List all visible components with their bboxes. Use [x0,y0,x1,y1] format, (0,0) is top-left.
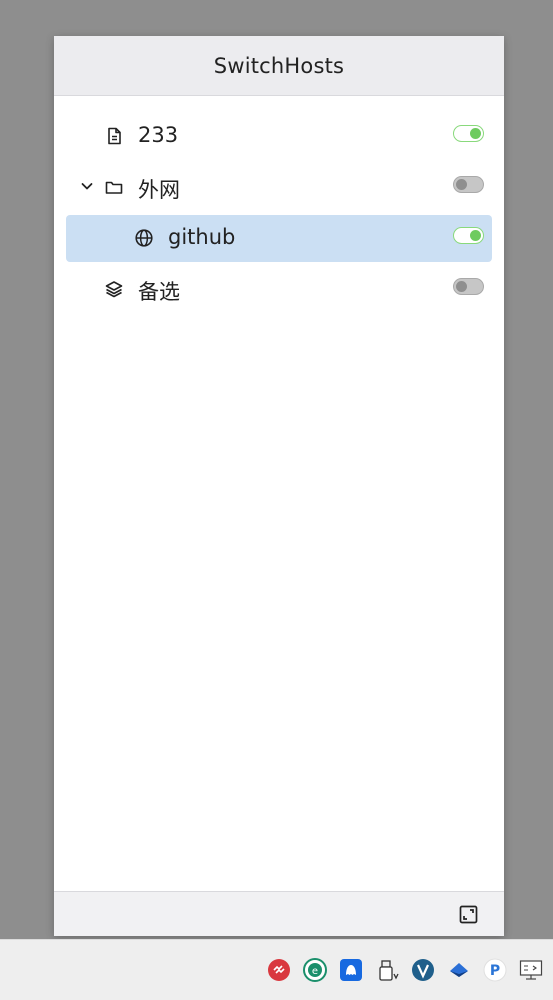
hosts-item-folder-waiwang[interactable]: 外网 [66,164,492,211]
resize-icon[interactable] [459,905,478,924]
taskbar: e P [0,939,553,1000]
folder-icon [104,177,124,197]
hosts-item-github[interactable]: github [66,215,492,262]
switchhosts-window: SwitchHosts 233 外网 github 备选 [54,36,504,936]
window-header: SwitchHosts [54,36,504,96]
enable-toggle[interactable] [453,176,484,193]
vscode-like-icon[interactable] [411,958,435,982]
svg-text:e: e [312,966,318,977]
bird-icon[interactable] [447,958,471,982]
red-app-icon[interactable] [267,958,291,982]
svg-text:P: P [490,963,500,979]
file-icon [104,126,124,146]
enable-toggle[interactable] [453,227,484,244]
paypal-like-icon[interactable]: P [483,958,507,982]
display-icon[interactable] [519,958,543,982]
hosts-item-label: 外网 [138,178,180,202]
hosts-item-label: 233 [138,123,179,147]
hosts-item-label: 备选 [138,280,180,304]
enable-toggle[interactable] [453,125,484,142]
green-e-icon[interactable]: e [303,958,327,982]
chevron-down-icon[interactable] [79,178,95,194]
hosts-item-233[interactable]: 233 [66,113,492,160]
blue-app-icon[interactable] [339,958,363,982]
enable-toggle[interactable] [453,278,484,295]
hosts-item-label: github [168,225,236,249]
usb-drive-icon[interactable] [377,958,401,982]
hosts-item-beixuan[interactable]: 备选 [66,266,492,313]
window-footer [54,891,504,936]
globe-icon [134,228,154,248]
layers-icon [104,279,124,299]
window-title: SwitchHosts [213,53,345,78]
